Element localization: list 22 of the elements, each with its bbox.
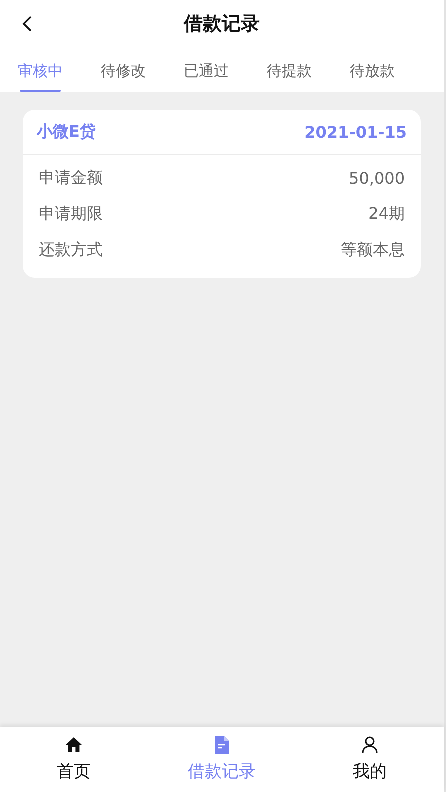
nav-item[interactable]: 首页 [0, 727, 148, 792]
page-title: 借款记录 [184, 12, 260, 37]
field-label: 还款方式 [39, 240, 103, 260]
person-icon [362, 736, 378, 754]
document-icon [215, 736, 229, 754]
tab[interactable]: 审核中 [18, 48, 63, 92]
field-label: 申请金额 [39, 168, 103, 188]
field-value: 24期 [368, 204, 405, 224]
back-icon[interactable] [22, 16, 34, 32]
tab[interactable]: 待提款 [267, 48, 312, 92]
home-icon [65, 736, 83, 754]
tab[interactable]: 待放款 [350, 48, 395, 92]
loan-card[interactable]: 小微E贷 2021-01-15 申请金额 50,000 申请期限 24期 还款方式 等额本息 [23, 110, 421, 278]
nav-item[interactable]: 借款记录 [148, 727, 296, 792]
field-label: 申请期限 [39, 204, 103, 224]
nav-item[interactable]: 我的 [296, 727, 444, 792]
field-value: 等额本息 [341, 240, 405, 260]
product-name: 小微E贷 [37, 122, 96, 142]
tab[interactable]: 待修改 [101, 48, 146, 92]
apply-date: 2021-01-15 [304, 122, 407, 142]
field-value: 50,000 [349, 168, 405, 188]
tab[interactable]: 已通过 [184, 48, 229, 92]
